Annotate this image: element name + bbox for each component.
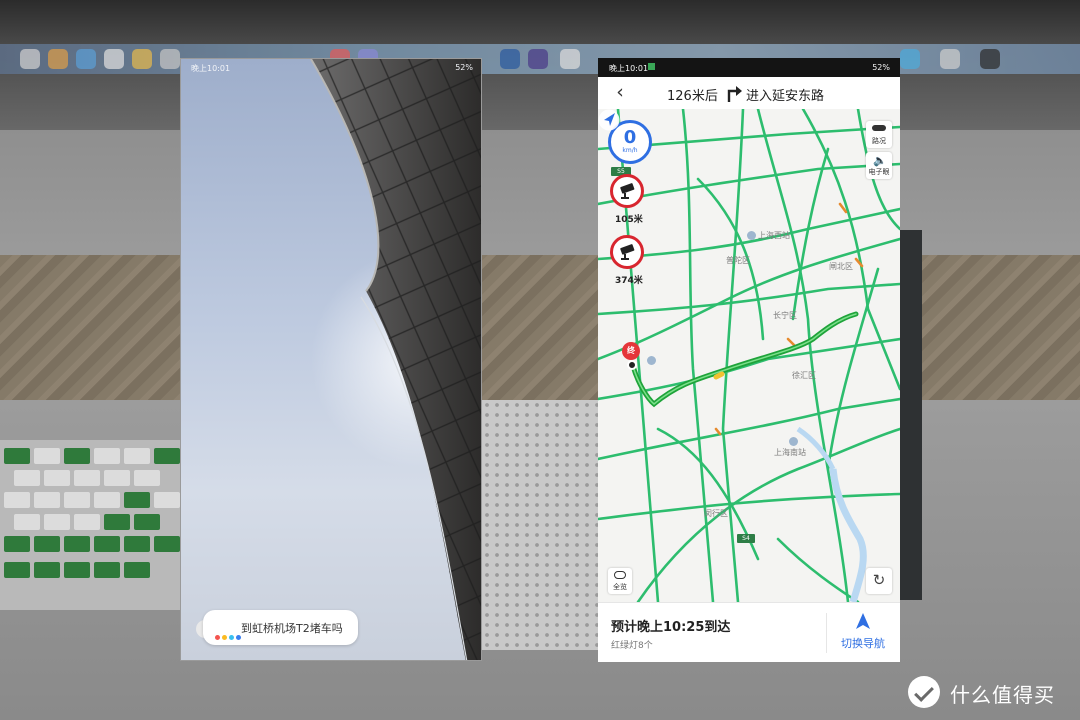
camera-distance: 105米 <box>615 215 643 225</box>
voice-assistant-bubble[interactable]: 到虹桥机场T2堵车吗 <box>203 610 358 645</box>
e-eye-button[interactable]: 🔈 电子眼 <box>866 152 892 179</box>
camera-distance: 374米 <box>615 276 643 286</box>
road-network <box>598 109 900 602</box>
navigation-map[interactable]: 0 km/h S5 105米 374米 路况 🔈 电子眼 上海西站 普陀区 闸北… <box>598 109 900 602</box>
map-label-shanghai-west: 上海西站 <box>758 231 790 240</box>
traffic-lights-count: 红绿灯8个 <box>611 641 653 651</box>
status-battery: 52% <box>455 63 473 72</box>
watermark-logo <box>908 676 940 708</box>
current-location-arrow-icon <box>598 109 620 131</box>
turn-distance: 126米后 <box>667 89 718 104</box>
status-bar: 晚上10:01 52% <box>598 58 900 77</box>
traffic-layer-button[interactable]: 路况 <box>866 121 892 148</box>
speaker-mute-icon: 🔈 <box>873 154 887 167</box>
destination-pin: 终 <box>622 342 640 360</box>
map-label-xuhui: 徐汇区 <box>792 371 816 380</box>
status-time: 晚上10:01 <box>191 64 231 73</box>
overview-button-label: 全览 <box>613 583 627 591</box>
e-eye-button-label: 电子眼 <box>868 168 890 176</box>
switch-navigation-label: 切换导航 <box>841 637 885 650</box>
eta-text: 预计晚上10:25到达 <box>611 620 731 635</box>
s4-route-shield: S4 <box>737 534 755 543</box>
speed-camera-icon <box>610 235 644 269</box>
trip-summary-panel: 预计晚上10:25到达 红绿灯8个 切换导航 <box>598 602 900 662</box>
keyboard-blur <box>0 440 185 610</box>
map-label-putuo: 普陀区 <box>726 256 750 265</box>
route-line <box>630 311 859 408</box>
map-label-minhang: 闵行区 <box>704 509 728 518</box>
building-facade <box>310 59 481 660</box>
map-label-zhabei: 闸北区 <box>829 262 853 271</box>
phone-stand-blur <box>900 230 922 600</box>
assistant-dots-icon <box>215 625 243 644</box>
navigation-arrow-icon <box>856 613 870 629</box>
voice-query-text: 到虹桥机场T2堵车吗 <box>241 622 343 635</box>
status-time: 晚上10:01 <box>609 64 649 73</box>
desk-background <box>0 0 1080 720</box>
overview-button[interactable]: 全览 <box>608 568 632 594</box>
monitor-dock-blur <box>0 44 1080 74</box>
status-bar: 晚上10:01 52% <box>181 59 481 77</box>
turn-right-icon <box>727 86 742 102</box>
right-phone-screen: 晚上10:01 52% ‹ 126米后 进入延安东路 0 km/h S5 105… <box>598 58 900 662</box>
railway-station-icon <box>747 231 756 240</box>
route-overview-icon <box>614 571 626 579</box>
speaker-grille-blur <box>482 400 600 650</box>
map-label-changning: 长宁区 <box>773 311 797 320</box>
speed-unit: km/h <box>622 147 638 154</box>
panel-divider <box>826 613 827 653</box>
speed-camera-icon <box>610 174 644 208</box>
traffic-light-icon <box>872 125 886 131</box>
refresh-icon[interactable]: ↻ <box>866 568 892 594</box>
app-notification-icon <box>648 63 655 70</box>
left-phone-screen: 晚上10:01 52% 到虹桥机场T2堵车吗 <box>180 58 482 661</box>
airport-icon <box>647 356 656 365</box>
navigation-header: ‹ 126米后 进入延安东路 <box>598 77 900 110</box>
back-arrow-icon[interactable]: ‹ <box>608 81 632 105</box>
destination-dot <box>627 360 637 370</box>
next-road-name: 进入延安东路 <box>746 89 825 104</box>
railway-station-icon <box>789 437 798 446</box>
map-label-shanghai-south: 上海南站 <box>774 448 806 457</box>
status-battery: 52% <box>872 63 890 72</box>
traffic-button-label: 路况 <box>872 137 886 145</box>
watermark-text: 什么值得买 <box>950 683 1055 707</box>
switch-navigation-button[interactable]: 切换导航 <box>830 609 896 657</box>
